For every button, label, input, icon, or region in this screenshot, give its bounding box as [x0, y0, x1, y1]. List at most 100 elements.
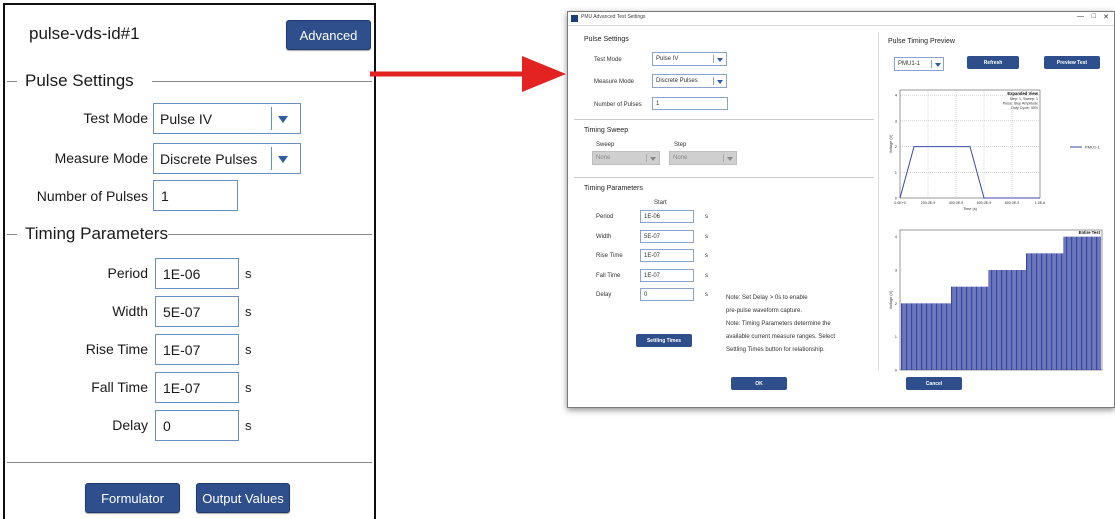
bar [941, 303, 942, 370]
bar [911, 303, 912, 370]
bar [917, 303, 919, 370]
advanced-button[interactable]: Advanced [286, 20, 371, 50]
bar [936, 303, 937, 370]
bar [907, 303, 909, 370]
d-delay-input[interactable]: 0 [640, 288, 694, 301]
y-tick-label: 0 [895, 368, 898, 373]
bar [988, 270, 990, 370]
bar [1011, 270, 1012, 370]
bar [1051, 253, 1052, 370]
dialog-titlebar: PMU Advanced Test Settings — □ ✕ [568, 12, 1114, 26]
width-value: 5E-07 [163, 304, 201, 320]
expanded-view-plot: 0 1 2 3 4 0.0E+0 200.0E-9 400.0E-9 600.0E-9 800.0… [889, 89, 1100, 211]
bar [1081, 236, 1082, 370]
bar [1044, 253, 1046, 370]
delay-label: Delay [112, 417, 148, 433]
test-mode-select[interactable]: Pulse IV [153, 103, 301, 134]
preview-test-button[interactable]: Preview Test [1044, 56, 1100, 69]
fall-time-input[interactable]: 1E-07 [155, 372, 239, 403]
bar [984, 286, 986, 370]
d-rise-time-input[interactable]: 1E-07 [640, 249, 694, 262]
bar [1043, 253, 1045, 370]
d-fall-time-input[interactable]: 1E-07 [640, 268, 694, 282]
d-sweep-label: Sweep [596, 142, 615, 148]
bar [959, 286, 961, 370]
cancel-button[interactable]: Cancel [906, 377, 962, 390]
timing-note-line: pre-pulse waveform capture. [726, 308, 803, 314]
d-start-column-header: Start [654, 200, 667, 206]
bar [922, 303, 924, 370]
rise-time-unit: s [245, 342, 252, 357]
d-channel-select[interactable]: PMU1-1 [894, 57, 944, 71]
bar [982, 286, 984, 370]
bar [1076, 236, 1077, 370]
chevron-down-icon [278, 156, 288, 163]
d-step-value: None [673, 155, 688, 161]
d-delay-value: 0 [644, 292, 648, 298]
refresh-button[interactable]: Refresh [967, 56, 1019, 69]
bar [946, 303, 947, 370]
bar [981, 286, 982, 370]
bar [923, 303, 925, 370]
number-of-pulses-label: Number of Pulses [36, 188, 148, 204]
y-tick-label: 1 [895, 170, 898, 175]
width-label: Width [112, 303, 148, 319]
width-input[interactable]: 5E-07 [155, 296, 239, 327]
settling-times-button[interactable]: Settling Times [636, 334, 692, 347]
bar [914, 303, 916, 370]
number-of-pulses-input[interactable]: 1 [153, 180, 238, 211]
d-period-unit: s [705, 214, 708, 220]
x-tick-label: 800.0E-9 [1005, 201, 1020, 205]
chart-annotation: Pulse: Step Amplitude [1003, 102, 1038, 106]
bar [908, 303, 910, 370]
bar [1037, 253, 1039, 370]
bar [1097, 236, 1099, 370]
bar [1098, 236, 1100, 370]
output-values-button[interactable]: Output Values [196, 483, 290, 513]
d-step-select: None [669, 151, 737, 165]
bar [1034, 253, 1036, 370]
d-rise-time-value: 1E-07 [644, 253, 661, 259]
bar [1019, 270, 1021, 370]
bar [972, 286, 974, 370]
bar [1087, 236, 1089, 370]
bar [1078, 236, 1080, 370]
bar [932, 303, 934, 370]
timing-parameters-heading: Timing Parameters [5, 224, 374, 244]
d-measure-mode-select[interactable]: Discrete Pulses [652, 74, 727, 88]
close-icon[interactable]: ✕ [1103, 13, 1109, 21]
period-input[interactable]: 1E-06 [155, 258, 239, 289]
d-test-mode-select[interactable]: Pulse IV [652, 52, 727, 66]
bar [1052, 253, 1054, 370]
bar [996, 270, 997, 370]
d-period-input[interactable]: 1E-06 [640, 210, 694, 223]
period-label: Period [107, 265, 148, 281]
chevron-down-icon [935, 63, 941, 67]
rise-time-value: 1E-07 [163, 342, 201, 358]
bar [956, 286, 957, 370]
maximize-icon[interactable]: □ [1092, 13, 1096, 20]
delay-input[interactable]: 0 [155, 410, 239, 441]
d-preview-heading: Pulse Timing Preview [888, 38, 955, 45]
d-number-of-pulses-input[interactable]: 1 [652, 97, 728, 110]
bar [1007, 270, 1009, 370]
test-mode-label: Test Mode [83, 110, 148, 126]
d-period-label: Period [596, 214, 614, 220]
chevron-down-icon [727, 157, 733, 161]
bar [1084, 236, 1086, 370]
bar [1067, 236, 1069, 370]
bar [1004, 270, 1006, 370]
ok-button[interactable]: OK [731, 377, 787, 390]
measure-mode-select[interactable]: Discrete Pulses [153, 143, 301, 174]
minimize-icon[interactable]: — [1077, 13, 1084, 20]
bar [973, 286, 975, 370]
bar [964, 286, 966, 370]
formulator-button[interactable]: Formulator [85, 483, 180, 513]
bar [1082, 236, 1084, 370]
bar [906, 303, 907, 370]
bar [953, 286, 955, 370]
rise-time-input[interactable]: 1E-07 [155, 334, 239, 365]
d-sweep-select: None [592, 151, 660, 165]
bar [1092, 236, 1094, 370]
d-width-input[interactable]: 5E-07 [640, 229, 694, 243]
